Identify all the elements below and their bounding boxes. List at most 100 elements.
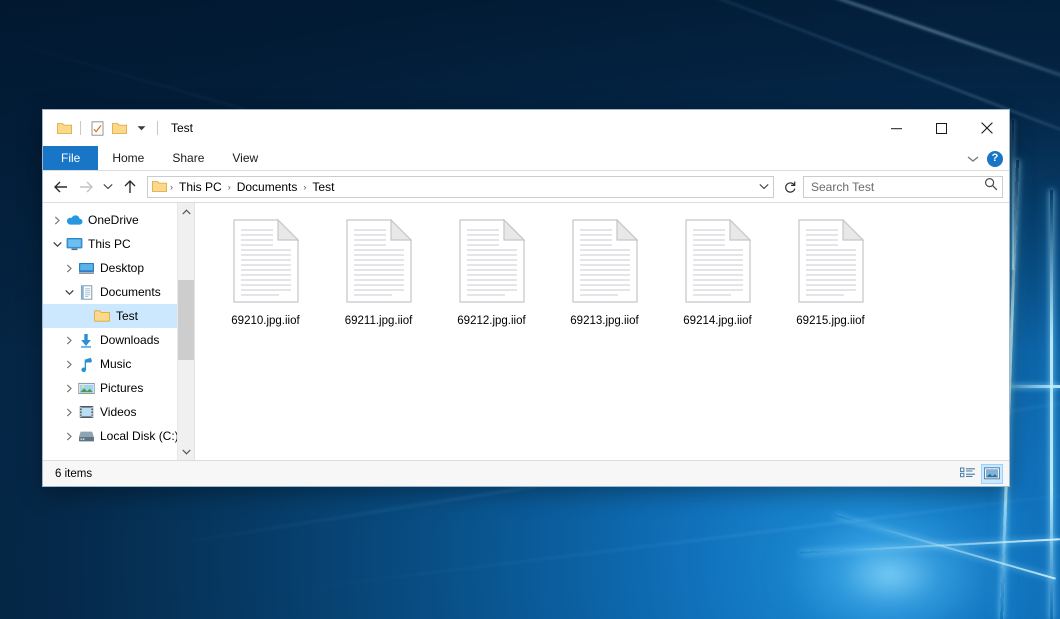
wallpaper-glow (770, 500, 1010, 619)
file-item[interactable]: 69210.jpg.iiof (209, 215, 322, 333)
generic-file-icon (572, 219, 638, 308)
folder-icon (93, 308, 111, 324)
drive-icon (77, 428, 95, 444)
breadcrumb-this-pc[interactable]: This PC (174, 177, 227, 197)
large-icons-view-button[interactable] (981, 464, 1003, 484)
chevron-right-icon[interactable] (61, 256, 77, 280)
sidebar-item-downloads[interactable]: Downloads (43, 328, 194, 352)
sidebar-item-label: Downloads (100, 333, 159, 347)
folder-icon[interactable] (53, 117, 75, 139)
pictures-icon (77, 380, 95, 396)
search-box[interactable] (803, 176, 1003, 198)
minimize-button[interactable] (874, 110, 919, 146)
sidebar-item-label: Local Disk (C:) (100, 429, 179, 443)
sidebar-item-this-pc[interactable]: This PC (43, 232, 194, 256)
chevron-right-icon[interactable] (61, 424, 77, 448)
refresh-button[interactable] (778, 175, 802, 199)
breadcrumb-test[interactable]: Test (307, 177, 339, 197)
windows-logo-edge (1050, 190, 1053, 619)
file-name: 69215.jpg.iiof (796, 315, 864, 327)
sidebar-item-local-disk-c[interactable]: Local Disk (C:) (43, 424, 194, 448)
tab-home[interactable]: Home (98, 146, 158, 170)
videos-icon (77, 404, 95, 420)
chevron-right-icon[interactable] (49, 208, 65, 232)
address-bar[interactable]: › This PC › Documents › Test (147, 176, 774, 198)
navigation-tree: OneDrive This PC (43, 203, 194, 448)
chevron-down-icon[interactable] (49, 232, 65, 256)
address-bar-tail (755, 183, 773, 190)
scroll-up-arrow-icon[interactable] (178, 203, 194, 220)
details-view-button[interactable] (957, 464, 979, 484)
file-explorer-window: Test File Home Share View (42, 109, 1010, 487)
expander-placeholder (77, 304, 93, 328)
chevron-right-icon[interactable] (61, 328, 77, 352)
new-folder-icon[interactable] (108, 117, 130, 139)
sidebar-item-test[interactable]: Test (43, 304, 194, 328)
sidebar-item-label: Test (116, 309, 138, 323)
chevron-down-icon[interactable] (130, 117, 152, 139)
sidebar-item-label: Videos (100, 405, 136, 419)
search-input[interactable] (811, 180, 984, 194)
file-list-view[interactable]: 69210.jpg.iiof 69211.j (195, 203, 1009, 460)
forward-button[interactable] (74, 175, 98, 199)
magnifier-icon[interactable] (984, 177, 998, 196)
breadcrumb-documents[interactable]: Documents (232, 177, 303, 197)
file-item[interactable]: 69212.jpg.iiof (435, 215, 548, 333)
file-item[interactable]: 69214.jpg.iiof (661, 215, 774, 333)
properties-icon[interactable] (86, 117, 108, 139)
sidebar-item-label: Documents (100, 285, 161, 299)
generic-file-icon (459, 219, 525, 308)
file-grid: 69210.jpg.iiof 69211.j (209, 215, 1009, 333)
tab-file[interactable]: File (43, 146, 98, 170)
file-name: 69212.jpg.iiof (457, 315, 525, 327)
desktop-icon (77, 260, 95, 276)
sidebar-item-videos[interactable]: Videos (43, 400, 194, 424)
sidebar-item-onedrive[interactable]: OneDrive (43, 208, 194, 232)
scroll-down-arrow-icon[interactable] (178, 443, 194, 460)
item-count-label: 6 items (55, 468, 92, 480)
file-name: 69210.jpg.iiof (231, 315, 299, 327)
folder-icon (152, 180, 167, 193)
generic-file-icon (685, 219, 751, 308)
sidebar-item-music[interactable]: Music (43, 352, 194, 376)
title-bar: Test (43, 110, 1009, 146)
view-toggle-group (957, 464, 1003, 484)
scrollbar-track[interactable] (178, 220, 194, 443)
chevron-right-icon[interactable] (61, 400, 77, 424)
sidebar-item-desktop[interactable]: Desktop (43, 256, 194, 280)
documents-icon (77, 284, 95, 300)
sidebar-item-documents[interactable]: Documents (43, 280, 194, 304)
up-button[interactable] (118, 175, 142, 199)
maximize-button[interactable] (919, 110, 964, 146)
file-item[interactable]: 69211.jpg.iiof (322, 215, 435, 333)
file-item[interactable]: 69213.jpg.iiof (548, 215, 661, 333)
file-item[interactable]: 69215.jpg.iiof (774, 215, 887, 333)
ribbon-right-controls: ? (967, 146, 1003, 171)
back-button[interactable] (49, 175, 73, 199)
navigation-scrollbar[interactable] (177, 203, 194, 460)
scrollbar-thumb[interactable] (178, 280, 194, 360)
toolbar-separator (80, 121, 81, 135)
quick-access-toolbar (43, 117, 163, 139)
status-bar: 6 items (43, 460, 1009, 486)
help-button[interactable]: ? (987, 151, 1003, 167)
sidebar-item-pictures[interactable]: Pictures (43, 376, 194, 400)
chevron-right-icon[interactable] (61, 376, 77, 400)
explorer-body: OneDrive This PC (43, 202, 1009, 460)
chevron-down-icon[interactable] (61, 280, 77, 304)
recent-locations-button[interactable] (99, 175, 117, 199)
music-icon (77, 356, 95, 372)
generic-file-icon (346, 219, 412, 308)
sidebar-item-label: This PC (88, 237, 131, 251)
sidebar-item-label: OneDrive (88, 213, 139, 227)
chevron-down-icon[interactable] (755, 183, 773, 190)
file-name: 69214.jpg.iiof (683, 315, 751, 327)
sidebar-item-label: Music (100, 357, 131, 371)
sidebar-item-label: Pictures (100, 381, 143, 395)
close-button[interactable] (964, 110, 1009, 146)
address-bar-row: › This PC › Documents › Test (43, 171, 1009, 202)
tab-share[interactable]: Share (158, 146, 218, 170)
tab-view[interactable]: View (218, 146, 272, 170)
chevron-down-icon[interactable] (967, 150, 979, 168)
chevron-right-icon[interactable] (61, 352, 77, 376)
